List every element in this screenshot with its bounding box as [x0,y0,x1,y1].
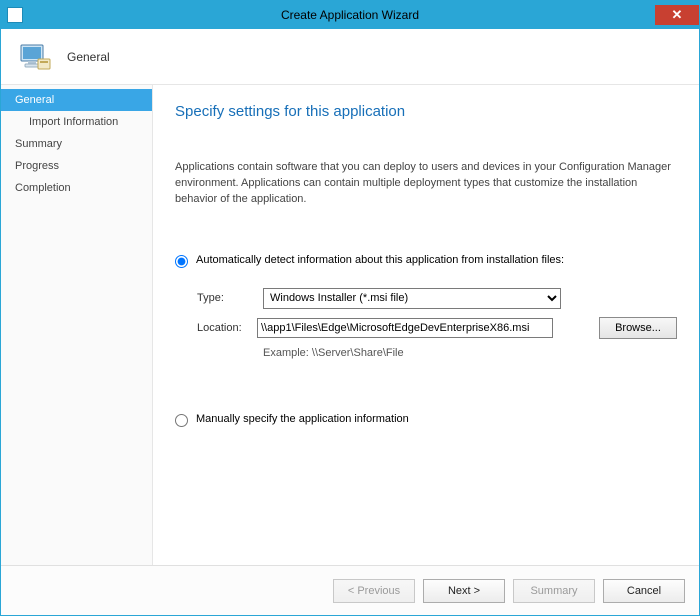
window-title: Create Application Wizard [1,8,699,22]
next-button[interactable]: Next > [423,579,505,603]
option-auto-detect: Automatically detect information about t… [175,254,677,268]
option-auto-label: Automatically detect information about t… [196,254,564,266]
close-button[interactable]: ✕ [655,5,699,25]
wizard-body: General Import Information Summary Progr… [1,85,699,565]
location-row: Location: Browse... [197,317,677,339]
browse-button[interactable]: Browse... [599,317,677,339]
nav-label: Completion [15,182,71,194]
summary-button: Summary [513,579,595,603]
wizard-header: General [1,29,699,85]
auto-detect-fields: Type: Windows Installer (*.msi file) Loc… [197,288,677,359]
content-pane: Specify settings for this application Ap… [153,85,699,565]
wizard-window: Create Application Wizard ✕ General Gene… [0,0,700,616]
titlebar: Create Application Wizard ✕ [1,1,699,29]
location-input[interactable] [257,318,553,338]
option-manual: Manually specify the application informa… [175,413,677,427]
nav-item-progress[interactable]: Progress [1,155,152,177]
nav-item-import-information[interactable]: Import Information [1,111,152,133]
computer-icon [15,37,55,77]
nav-item-summary[interactable]: Summary [1,133,152,155]
header-title: General [67,50,110,64]
type-row: Type: Windows Installer (*.msi file) [197,288,677,309]
nav-label: Progress [15,160,59,172]
cancel-button[interactable]: Cancel [603,579,685,603]
wizard-footer: < Previous Next > Summary Cancel [1,565,699,615]
nav-item-general[interactable]: General [1,89,152,111]
page-description: Applications contain software that you c… [175,160,677,208]
page-heading: Specify settings for this application [175,103,677,120]
close-icon: ✕ [672,7,683,23]
radio-auto-detect[interactable] [175,255,188,268]
nav-sidebar: General Import Information Summary Progr… [1,85,153,565]
nav-item-completion[interactable]: Completion [1,177,152,199]
nav-label: Summary [15,138,62,150]
type-label: Type: [197,292,263,304]
radio-manual[interactable] [175,414,188,427]
previous-button: < Previous [333,579,415,603]
location-example: Example: \\Server\Share\File [263,347,677,359]
option-manual-label: Manually specify the application informa… [196,413,409,425]
nav-label: Import Information [29,116,118,128]
nav-label: General [15,94,54,106]
location-label: Location: [197,322,257,334]
type-select[interactable]: Windows Installer (*.msi file) [263,288,561,309]
